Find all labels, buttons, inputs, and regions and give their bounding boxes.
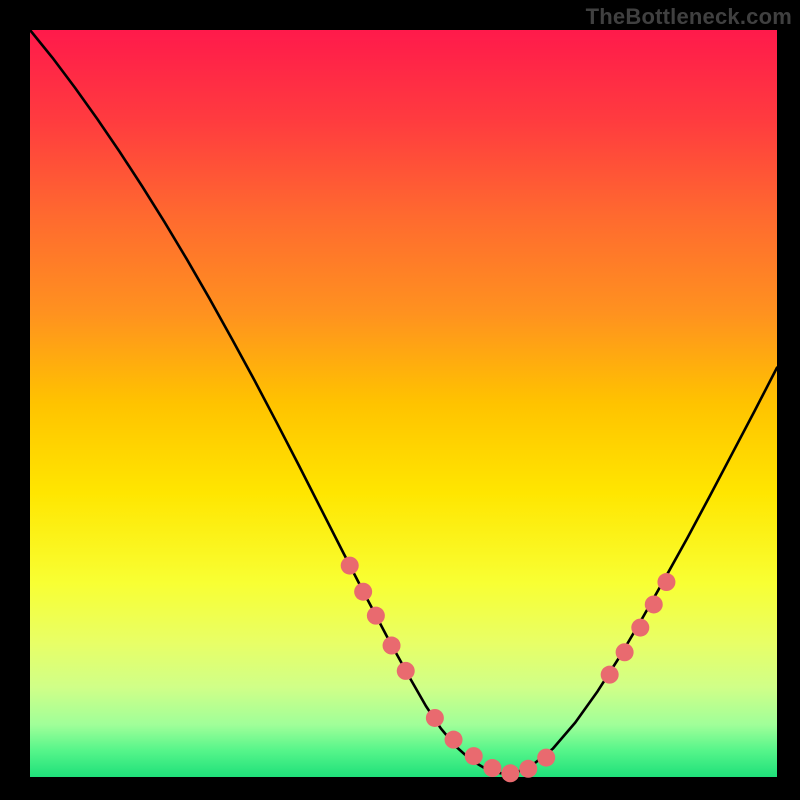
curve-marker xyxy=(383,637,401,655)
curve-marker xyxy=(397,662,415,680)
curve-marker xyxy=(631,619,649,637)
curve-marker xyxy=(645,595,663,613)
curve-marker xyxy=(519,760,537,778)
curve-marker xyxy=(367,607,385,625)
curve-marker xyxy=(354,583,372,601)
curve-marker xyxy=(657,573,675,591)
bottleneck-chart xyxy=(0,0,800,800)
curve-marker xyxy=(501,764,519,782)
curve-marker xyxy=(537,749,555,767)
curve-marker xyxy=(426,709,444,727)
curve-marker xyxy=(445,731,463,749)
curve-marker xyxy=(465,747,483,765)
curve-marker xyxy=(483,759,501,777)
chart-frame: TheBottleneck.com xyxy=(0,0,800,800)
curve-marker xyxy=(601,666,619,684)
curve-marker xyxy=(616,643,634,661)
watermark-label: TheBottleneck.com xyxy=(586,4,792,30)
curve-marker xyxy=(341,557,359,575)
